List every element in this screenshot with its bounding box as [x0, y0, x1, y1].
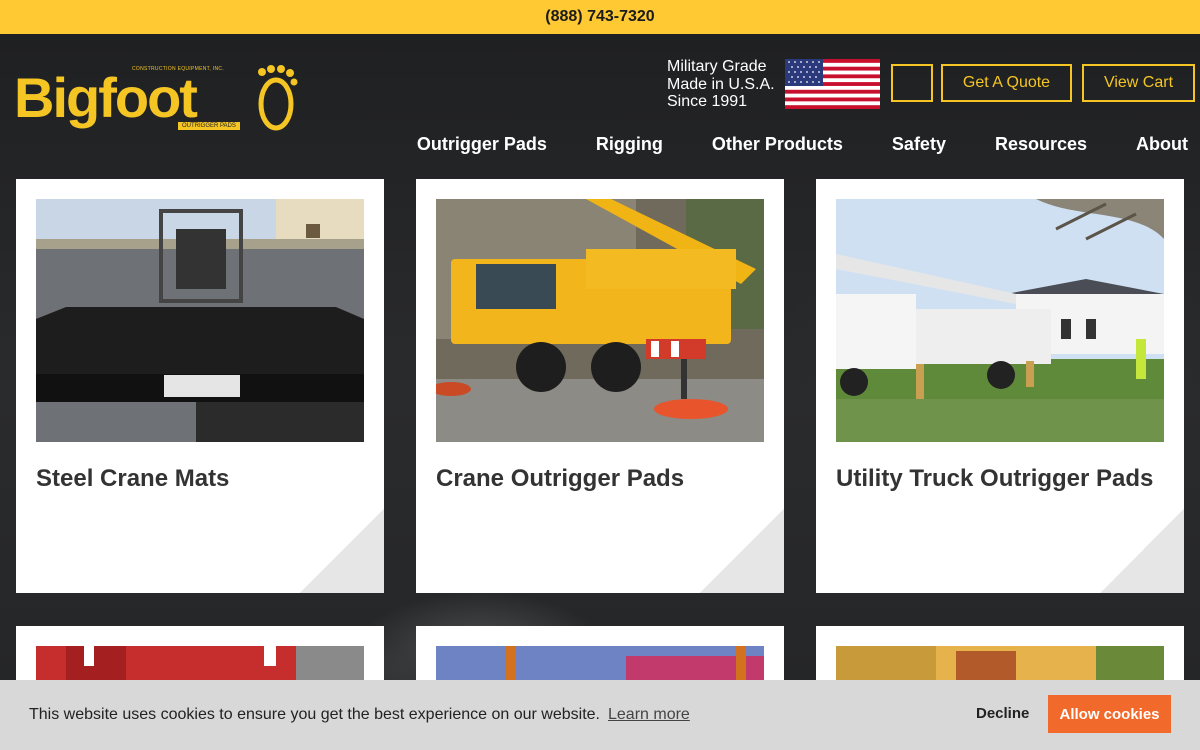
cookie-message: This website uses cookies to ensure you …	[29, 706, 600, 723]
main-nav: Outrigger Pads Rigging Other Products Sa…	[417, 134, 1188, 155]
nav-resources[interactable]: Resources	[995, 134, 1087, 155]
card-title[interactable]: Steel Crane Mats	[36, 461, 356, 497]
footprint-icon	[258, 65, 298, 131]
site-header: Bigfoot CONSTRUCTION EQUIPMENT, INC. OUT…	[0, 34, 1200, 174]
card-corner-accent	[300, 509, 384, 593]
steel-crane-mat-photo	[36, 199, 364, 442]
learn-more-link[interactable]: Learn more	[608, 706, 690, 724]
us-flag-icon	[785, 59, 880, 109]
allow-cookies-button[interactable]: Allow cookies	[1048, 695, 1171, 733]
product-card-crane-outrigger-pads[interactable]: Crane Outrigger Pads	[416, 179, 784, 593]
product-card-utility-truck-outrigger-pads[interactable]: Utility Truck Outrigger Pads	[816, 179, 1184, 593]
product-card-steel-crane-mats[interactable]: Steel Crane Mats	[16, 179, 384, 593]
tagline-line: Made in U.S.A.	[667, 75, 775, 93]
get-quote-button[interactable]: Get A Quote	[941, 64, 1072, 102]
card-title[interactable]: Crane Outrigger Pads	[436, 461, 756, 497]
tagline: Military Grade Made in U.S.A. Since 1991	[667, 58, 787, 111]
decline-cookies-button[interactable]: Decline	[976, 705, 1029, 722]
nav-other-products[interactable]: Other Products	[712, 134, 843, 155]
logo-wordmark: Bigfoot	[14, 66, 198, 129]
phone-number[interactable]: (888) 743-7320	[545, 8, 654, 26]
search-button[interactable]	[891, 64, 933, 102]
nav-safety[interactable]: Safety	[892, 134, 946, 155]
logo-tag: OUTRIGGER PADS	[178, 122, 240, 130]
tagline-line: Military Grade	[667, 58, 767, 75]
utility-truck-photo	[836, 199, 1164, 442]
view-cart-button[interactable]: View Cart	[1082, 64, 1195, 102]
bigfoot-logo[interactable]: Bigfoot CONSTRUCTION EQUIPMENT, INC. OUT…	[14, 64, 304, 139]
nav-about[interactable]: About	[1136, 134, 1188, 155]
card-title[interactable]: Utility Truck Outrigger Pads	[836, 461, 1156, 497]
cookie-banner: This website uses cookies to ensure you …	[0, 680, 1200, 750]
phone-bar: (888) 743-7320	[0, 0, 1200, 34]
card-corner-accent	[1100, 509, 1184, 593]
card-corner-accent	[700, 509, 784, 593]
nav-rigging[interactable]: Rigging	[596, 134, 663, 155]
nav-outrigger-pads[interactable]: Outrigger Pads	[417, 134, 547, 155]
crane-outrigger-photo	[436, 199, 764, 442]
logo-subtext: CONSTRUCTION EQUIPMENT, INC.	[132, 66, 225, 72]
tagline-line: Since 1991	[667, 93, 748, 110]
